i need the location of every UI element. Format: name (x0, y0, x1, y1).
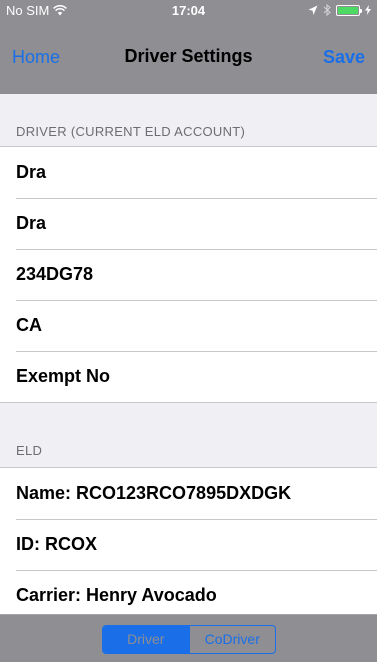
navigation-bar: Home Driver Settings Save (0, 20, 377, 94)
settings-content[interactable]: DRIVER (CURRENT ELD ACCOUNT) Dra Dra 234… (0, 94, 377, 614)
bluetooth-icon (323, 4, 331, 16)
segment-driver[interactable]: Driver (103, 626, 189, 653)
bottom-toolbar: Driver CoDriver (0, 614, 377, 662)
eld-section: Name: RCO123RCO7895DXDGK ID: RCOX Carrie… (0, 467, 377, 614)
eld-id-row[interactable]: ID: RCOX (0, 519, 377, 570)
driver-section-header: DRIVER (CURRENT ELD ACCOUNT) (16, 124, 246, 139)
location-arrow-icon (308, 5, 318, 15)
driver-segmented-control[interactable]: Driver CoDriver (102, 625, 276, 654)
driver-first-name-row[interactable]: Dra (0, 147, 377, 198)
driver-last-name-row[interactable]: Dra (0, 198, 377, 249)
driver-state-row[interactable]: CA (0, 300, 377, 351)
battery-icon (336, 4, 362, 16)
segment-codriver[interactable]: CoDriver (188, 626, 276, 653)
charging-bolt-icon (365, 5, 371, 15)
status-bar: No SIM 17:04 (0, 0, 377, 20)
battery-cap (360, 8, 362, 13)
driver-license-row[interactable]: 234DG78 (0, 249, 377, 300)
eld-section-header: ELD (16, 443, 43, 458)
save-button[interactable]: Save (323, 47, 365, 68)
status-right (308, 4, 371, 16)
battery-level (338, 6, 358, 14)
driver-section: Dra Dra 234DG78 CA Exempt No (0, 146, 377, 403)
eld-carrier-row[interactable]: Carrier: Henry Avocado (0, 570, 377, 614)
page-title: Driver Settings (124, 46, 253, 66)
driver-exempt-row[interactable]: Exempt No (0, 351, 377, 402)
eld-name-row[interactable]: Name: RCO123RCO7895DXDGK (0, 468, 377, 519)
